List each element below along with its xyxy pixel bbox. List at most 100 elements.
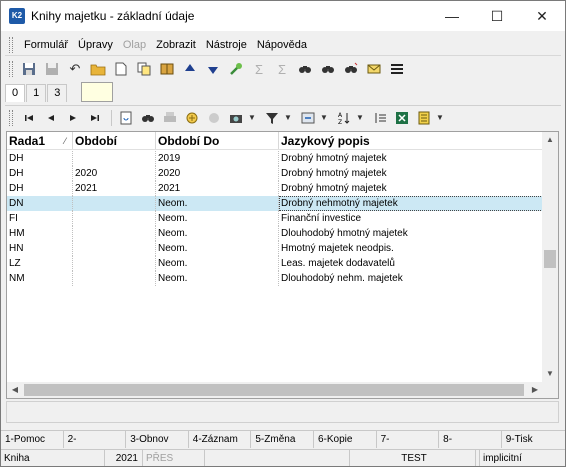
horizontal-scroll-thumb[interactable] <box>24 384 524 396</box>
scroll-down-icon[interactable]: ▼ <box>542 366 558 382</box>
cell-obdobi[interactable] <box>73 256 156 271</box>
toolbar-grip[interactable] <box>9 61 13 77</box>
sum-filter-icon[interactable]: Σ <box>272 59 292 79</box>
cell-popis[interactable]: Leas. majetek dodavatelů <box>279 256 543 271</box>
open-folder-icon[interactable] <box>88 59 108 79</box>
sum-icon[interactable]: Σ <box>249 59 269 79</box>
cell-obdobi[interactable] <box>73 226 156 241</box>
cell-popis[interactable]: Drobný nehmotný majetek <box>279 196 543 211</box>
column-header-obdobi[interactable]: Období <box>73 132 156 149</box>
cell-popis[interactable]: Drobný hmotný majetek <box>279 181 543 196</box>
fkey-kopie[interactable]: 6-Kopie <box>314 431 377 448</box>
tab-1[interactable]: 1 <box>26 84 47 102</box>
filter-dropdown-icon[interactable]: ▼ <box>284 113 294 122</box>
cell-obdobi-do[interactable]: 2020 <box>156 166 279 181</box>
table-row[interactable]: NM Neom. Dlouhodobý nehm. majetek <box>7 271 543 286</box>
table-row[interactable]: HM Neom. Dlouhodobý hmotný majetek <box>7 226 543 241</box>
scroll-left-icon[interactable]: ◀ <box>7 382 23 398</box>
previous-record-icon[interactable] <box>41 108 61 128</box>
cell-obdobi-do[interactable]: 2021 <box>156 181 279 196</box>
arrow-up-icon[interactable] <box>180 59 200 79</box>
book-icon[interactable] <box>157 59 177 79</box>
mail-icon[interactable] <box>364 59 384 79</box>
cell-obdobi-do[interactable]: Neom. <box>156 226 279 241</box>
cell-rada[interactable]: DH <box>7 151 73 166</box>
fkey-tisk[interactable]: 9-Tisk <box>502 431 565 448</box>
maximize-button[interactable]: ☐ <box>475 1 519 31</box>
cell-rada[interactable]: HN <box>7 241 73 256</box>
save-all-icon[interactable] <box>42 59 62 79</box>
filter-icon[interactable] <box>262 108 282 128</box>
cell-obdobi-do[interactable]: 2019 <box>156 151 279 166</box>
menu-upravy[interactable]: Úpravy <box>73 35 118 55</box>
cell-obdobi-do[interactable]: Neom. <box>156 196 279 211</box>
cell-obdobi[interactable]: 2021 <box>73 181 156 196</box>
table-row[interactable]: HN Neom. Hmotný majetek neodpis. <box>7 241 543 256</box>
add-icon[interactable] <box>182 108 202 128</box>
columns-icon[interactable] <box>370 108 390 128</box>
notes-dropdown-icon[interactable]: ▼ <box>436 113 446 122</box>
cell-rada[interactable]: LZ <box>7 256 73 271</box>
undo-icon[interactable]: ↶ <box>65 59 85 79</box>
menu-zobrazit[interactable]: Zobrazit <box>151 35 201 55</box>
cell-obdobi[interactable] <box>73 241 156 256</box>
cell-rada[interactable]: DN <box>7 196 73 211</box>
notes-icon[interactable] <box>414 108 434 128</box>
cell-obdobi-do[interactable]: Neom. <box>156 211 279 226</box>
cell-popis[interactable]: Hmotný majetek neodpis. <box>279 241 543 256</box>
menu-grip[interactable] <box>9 36 13 53</box>
camera-icon[interactable] <box>226 108 246 128</box>
fkey-zmena[interactable]: 5-Změna <box>251 431 314 448</box>
grid-toolbar-grip[interactable] <box>9 109 13 126</box>
menu-formular[interactable]: Formulář <box>19 35 73 55</box>
print-icon[interactable] <box>160 108 180 128</box>
tab-0[interactable]: 0 <box>5 84 26 102</box>
excel-icon[interactable] <box>392 108 412 128</box>
minimize-button[interactable]: — <box>430 1 474 31</box>
horizontal-scrollbar[interactable]: ◀ ▶ <box>7 382 543 398</box>
cell-popis[interactable]: Drobný hmotný majetek <box>279 166 543 181</box>
export-icon[interactable] <box>298 108 318 128</box>
tab-3[interactable]: 3 <box>47 84 68 102</box>
table-row[interactable]: DH 2021 2021 Drobný hmotný majetek <box>7 181 543 196</box>
table-row[interactable]: DH 2020 2020 Drobný hmotný majetek <box>7 166 543 181</box>
cell-obdobi-do[interactable]: Neom. <box>156 256 279 271</box>
column-header-obdobi-do[interactable]: Období Do <box>156 132 279 149</box>
find-replace-icon[interactable] <box>341 59 361 79</box>
first-record-icon[interactable] <box>19 108 39 128</box>
cell-obdobi[interactable] <box>73 211 156 226</box>
column-header-jazykovy-popis[interactable]: Jazykový popis <box>279 132 543 149</box>
refresh-icon[interactable] <box>116 108 136 128</box>
vertical-scrollbar[interactable]: ▲ ▼ <box>542 132 558 382</box>
table-row[interactable]: FI Neom. Finanční investice <box>7 211 543 226</box>
cell-obdobi[interactable]: 2020 <box>73 166 156 181</box>
table-row[interactable]: LZ Neom. Leas. majetek dodavatelů <box>7 256 543 271</box>
fkey-pomoc[interactable]: 1-Pomoc <box>1 431 64 448</box>
fkey-2[interactable]: 2- <box>64 431 127 448</box>
fkey-zaznam[interactable]: 4-Záznam <box>189 431 252 448</box>
scroll-right-icon[interactable]: ▶ <box>527 382 543 398</box>
binoculars-icon[interactable] <box>138 108 158 128</box>
cell-rada[interactable]: HM <box>7 226 73 241</box>
menu-napoveda[interactable]: Nápověda <box>252 35 312 55</box>
next-record-icon[interactable] <box>63 108 83 128</box>
cell-popis[interactable]: Dlouhodobý hmotný majetek <box>279 226 543 241</box>
table-row[interactable]: DH 2019 Drobný hmotný majetek <box>7 151 543 166</box>
find-next-icon[interactable] <box>318 59 338 79</box>
last-record-icon[interactable] <box>85 108 105 128</box>
cell-obdobi-do[interactable]: Neom. <box>156 241 279 256</box>
cell-popis[interactable]: Drobný hmotný majetek <box>279 151 543 166</box>
cell-popis[interactable]: Dlouhodobý nehm. majetek <box>279 271 543 286</box>
close-button[interactable]: ✕ <box>520 1 564 31</box>
note-indicator[interactable] <box>81 82 113 102</box>
find-icon[interactable] <box>295 59 315 79</box>
scroll-up-icon[interactable]: ▲ <box>542 132 558 148</box>
fkey-obnov[interactable]: 3-Obnov <box>126 431 189 448</box>
cell-obdobi[interactable] <box>73 151 156 166</box>
cell-obdobi-do[interactable]: Neom. <box>156 271 279 286</box>
cell-rada[interactable]: FI <box>7 211 73 226</box>
cell-obdobi[interactable] <box>73 196 156 211</box>
new-document-icon[interactable] <box>111 59 131 79</box>
fkey-7[interactable]: 7- <box>377 431 440 448</box>
export-dropdown-icon[interactable]: ▼ <box>320 113 330 122</box>
